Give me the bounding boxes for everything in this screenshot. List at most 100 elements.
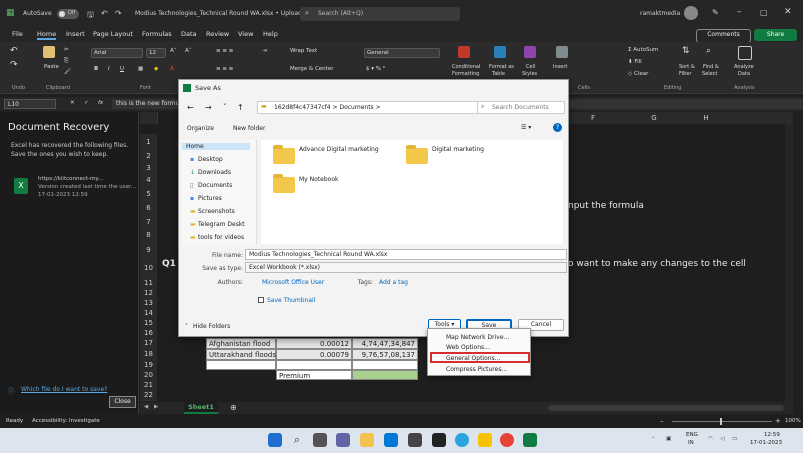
table-cell[interactable]: [206, 360, 276, 370]
nav-item-telegram[interactable]: Telegram Deskt: [198, 221, 245, 228]
chevron-up-icon[interactable]: ˄: [185, 323, 188, 330]
data-label[interactable]: Data: [738, 71, 750, 77]
table-cell[interactable]: 9,76,57,08,137: [352, 349, 418, 360]
formatting-label[interactable]: Formatting: [452, 71, 479, 77]
zoom-level[interactable]: 100%: [785, 418, 801, 424]
find-select-icon[interactable]: ⌕: [706, 46, 711, 56]
store-icon[interactable]: [408, 433, 422, 447]
row-header[interactable]: 5: [140, 187, 157, 202]
fill-color-icon[interactable]: ◆: [154, 66, 158, 72]
font-name-select[interactable]: Arial: [91, 48, 143, 58]
currency-icon[interactable]: $ ▾ % ⁹: [366, 66, 385, 72]
save-thumbnail-label[interactable]: Save Thumbnail: [267, 297, 315, 304]
analyze-data-icon[interactable]: [738, 46, 752, 60]
conditional-formatting-icon[interactable]: [458, 46, 470, 58]
menu-item-map-network-drive[interactable]: Map Network Drive...: [446, 334, 509, 341]
telegram-icon[interactable]: [455, 433, 469, 447]
folder-icon[interactable]: [273, 145, 295, 164]
excel-taskbar-icon[interactable]: [523, 433, 537, 447]
file-explorer-icon[interactable]: [360, 433, 374, 447]
menu-item-web-options[interactable]: Web Options...: [446, 344, 490, 351]
hide-folders-button[interactable]: Hide Folders: [193, 323, 230, 330]
row-header[interactable]: 10: [140, 259, 157, 279]
row-header[interactable]: 8: [140, 229, 157, 243]
sort-filter-icon[interactable]: ⇅: [682, 46, 690, 56]
insert-cells-icon[interactable]: [556, 46, 568, 58]
new-folder-button[interactable]: New folder: [233, 125, 265, 132]
tab-page-layout[interactable]: Page Layout: [93, 30, 133, 38]
wifi-icon[interactable]: ◠: [708, 436, 713, 442]
nav-item-pictures[interactable]: Pictures: [198, 195, 222, 202]
save-type-select[interactable]: Excel Workbook (*.xlsx): [245, 262, 567, 273]
format-as-table-icon[interactable]: [494, 46, 506, 58]
clear-button[interactable]: ◇ Clear: [628, 71, 648, 77]
sort-label[interactable]: Sort &: [679, 64, 695, 70]
col-header-g[interactable]: G: [628, 112, 681, 124]
table-cell[interactable]: 0.00012: [276, 338, 352, 349]
filter-label[interactable]: Filter: [679, 71, 691, 77]
cell-q1[interactable]: Q1: [162, 259, 176, 269]
cell-premium[interactable]: Premium: [276, 370, 352, 380]
notion-icon[interactable]: [432, 433, 446, 447]
volume-icon[interactable]: ◁: [720, 436, 724, 442]
analyze-label[interactable]: Analyze: [734, 64, 754, 70]
which-file-link[interactable]: Which file do I want to save?: [21, 386, 107, 393]
bold-icon[interactable]: B: [94, 66, 98, 72]
maximize-icon[interactable]: ▢: [760, 8, 768, 17]
authors-value[interactable]: Microsoft Office User: [262, 279, 324, 286]
start-icon[interactable]: [268, 433, 282, 447]
tab-data[interactable]: Data: [181, 30, 197, 38]
cell-input-formula[interactable]: nput the formula: [568, 201, 644, 211]
select-label[interactable]: Select: [702, 71, 717, 77]
confirm-icon[interactable]: ✓: [84, 100, 89, 106]
file-name-input[interactable]: Modius Technologies_Technical Round WA.x…: [245, 249, 567, 260]
fill-button[interactable]: ⬇ Fill: [628, 59, 642, 65]
tab-help[interactable]: Help: [263, 30, 278, 38]
horizontal-scrollbar[interactable]: [548, 405, 784, 411]
cell-green[interactable]: [352, 370, 418, 380]
paste-label[interactable]: Paste: [44, 64, 59, 70]
accessibility-status[interactable]: Accessibility: Investigate: [32, 418, 100, 424]
decrease-font-icon[interactable]: A˅: [185, 48, 192, 54]
align-top-icon[interactable]: ≡ ≡ ≡: [216, 48, 233, 54]
undo-icon[interactable]: ↶: [101, 9, 108, 18]
folder-my-notebook[interactable]: My Notebook: [299, 176, 338, 183]
teams-icon[interactable]: [336, 433, 350, 447]
language-1[interactable]: ENG: [686, 432, 698, 438]
zoom-slider-handle[interactable]: [720, 418, 722, 425]
row-header[interactable]: 1: [140, 134, 157, 151]
nav-item-desktop[interactable]: Desktop: [198, 156, 223, 163]
row-header[interactable]: 6: [140, 201, 157, 216]
cell-styles-icon[interactable]: [524, 46, 536, 58]
nav-item-home[interactable]: Home: [182, 143, 250, 150]
forward-icon[interactable]: →: [205, 103, 212, 112]
cell-want-changes[interactable]: o want to make any changes to the cell: [568, 259, 746, 269]
table-cell[interactable]: [276, 360, 352, 370]
table-cell[interactable]: 0.00079: [276, 349, 352, 360]
tab-formulas[interactable]: Formulas: [142, 30, 172, 38]
battery-icon[interactable]: ▭: [732, 436, 737, 442]
nav-item-downloads[interactable]: Downloads: [198, 169, 231, 176]
folder-icon[interactable]: [406, 145, 428, 164]
increase-font-icon[interactable]: A˄: [170, 48, 177, 54]
undo-icon[interactable]: ↶: [10, 46, 18, 56]
indent-icon[interactable]: ⇥: [262, 48, 267, 54]
font-color-icon[interactable]: A: [170, 66, 174, 72]
clipboard-icon[interactable]: [43, 46, 55, 58]
save-thumbnail-checkbox[interactable]: [258, 297, 264, 303]
sticky-notes-icon[interactable]: [478, 433, 492, 447]
language-2[interactable]: IN: [688, 440, 694, 446]
chrome-icon[interactable]: [500, 433, 514, 447]
sheet-tab-sheet1[interactable]: Sheet1: [184, 402, 218, 414]
cut-icon[interactable]: ✂: [64, 47, 69, 53]
redo-icon[interactable]: ↷: [115, 9, 122, 18]
cancel-icon[interactable]: ✕: [70, 100, 75, 106]
styles-label[interactable]: Styles: [522, 71, 537, 77]
recovered-file-name[interactable]: https://kiitconnect-my...: [38, 176, 103, 182]
table-label[interactable]: Table: [492, 71, 505, 77]
recent-icon[interactable]: ˅: [223, 103, 227, 111]
font-size-select[interactable]: 12: [146, 48, 166, 58]
folder-advance-digital-marketing[interactable]: Advance Digital marketing: [299, 146, 379, 153]
tab-view[interactable]: View: [238, 30, 253, 38]
table-cell[interactable]: [352, 360, 418, 370]
